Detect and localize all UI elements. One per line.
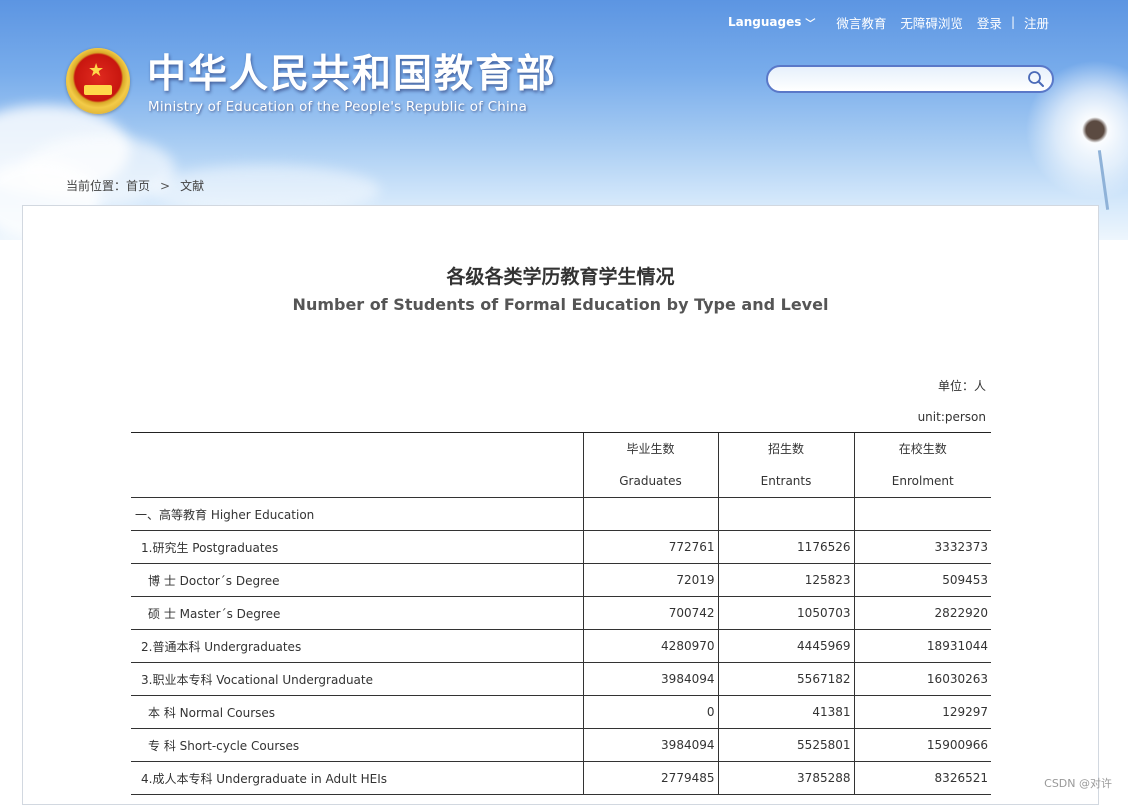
row-label: 2.普通本科 Undergraduates: [131, 629, 583, 663]
graduates-cell: [582, 497, 718, 531]
table-row: 2.普通本科 Undergraduates 4280970 4445969 18…: [131, 629, 991, 663]
row-label: 本 科 Normal Courses: [131, 695, 583, 729]
breadcrumb-home-link[interactable]: 首页: [126, 179, 150, 193]
entrants-cell: 3785288: [717, 761, 854, 795]
enrolment-cell: 509453: [853, 563, 991, 597]
watermark: CSDN @对许: [1044, 777, 1112, 790]
enrolment-cell: 129297: [853, 695, 991, 729]
enrolment-cell: 18931044: [853, 629, 991, 663]
graduates-cell: 3984094: [582, 728, 718, 762]
table-row: 专 科 Short-cycle Courses 3984094 5525801 …: [131, 728, 991, 762]
table-row: 博 士 Doctor´s Degree 72019 125823 509453: [131, 563, 991, 597]
national-emblem-icon: ★: [66, 48, 130, 114]
search-icon[interactable]: [1027, 70, 1045, 88]
tiananmen-icon: [84, 85, 112, 95]
enrolment-cell: 2822920: [853, 596, 991, 630]
entrants-cell: 1050703: [717, 596, 854, 630]
table-header-entrants: 招生数 Entrants: [717, 432, 854, 498]
header-label-cn: 在校生数: [898, 442, 947, 456]
header-label-cn: 毕业生数: [626, 442, 675, 456]
star-icon: ★: [88, 60, 105, 81]
graduates-cell: 700742: [582, 596, 718, 630]
unit-label-cn: 单位：人: [937, 379, 986, 393]
enrolment-cell: 15900966: [853, 728, 991, 762]
graduates-cell: 72019: [582, 563, 718, 597]
table-header-blank: [131, 432, 583, 498]
entrants-cell: 41381: [717, 695, 854, 729]
search-box: [766, 65, 1054, 93]
enrolment-cell: 16030263: [853, 662, 991, 696]
site-subtitle: Ministry of Education of the People's Re…: [148, 99, 528, 115]
entrants-cell: 4445969: [717, 629, 854, 663]
header-label-en: Enrolment: [891, 474, 954, 488]
row-label: 一、高等教育 Higher Education: [131, 497, 583, 531]
wechat-link[interactable]: 微言教育: [836, 13, 886, 32]
unit-label-en: unit:person: [917, 410, 986, 424]
search-input[interactable]: [780, 70, 1024, 90]
entrants-cell: 125823: [717, 563, 854, 597]
page-title-en: Number of Students of Formal Education b…: [292, 295, 829, 314]
table-row: 硕 士 Master´s Degree 700742 1050703 28229…: [131, 596, 991, 630]
table-header-enrolment: 在校生数 Enrolment: [853, 432, 991, 498]
table-header-graduates: 毕业生数 Graduates: [582, 432, 718, 498]
enrolment-cell: [853, 497, 991, 531]
row-label: 3.职业本专科 Vocational Undergraduate: [131, 662, 583, 696]
graduates-cell: 3984094: [582, 662, 718, 696]
page-title-cn: 各级各类学历教育学生情况: [446, 266, 675, 288]
enrolment-cell: 3332373: [853, 530, 991, 564]
graduates-cell: 2779485: [582, 761, 718, 795]
top-navigation: Languages ﹀ 微言教育 无障碍浏览 登录 | 注册: [728, 12, 1056, 32]
languages-dropdown[interactable]: Languages ﹀: [728, 15, 815, 30]
row-label: 4.成人本专科 Undergraduate in Adult HEIs: [131, 761, 583, 795]
content-panel: 各级各类学历教育学生情况 Number of Students of Forma…: [22, 205, 1099, 805]
entrants-cell: 5567182: [717, 662, 854, 696]
breadcrumb-separator-icon: >: [160, 179, 171, 193]
entrants-cell: [717, 497, 854, 531]
accessibility-link[interactable]: 无障碍浏览: [900, 13, 963, 32]
table-header-row: 毕业生数 Graduates 招生数 Entrants 在校生数 Enrolme…: [131, 432, 991, 498]
table-row: 1.研究生 Postgraduates 772761 1176526 33323…: [131, 530, 991, 564]
graduates-cell: 772761: [582, 530, 718, 564]
languages-label: Languages: [728, 15, 802, 29]
table-row: 一、高等教育 Higher Education: [131, 497, 991, 531]
breadcrumb-prefix: 当前位置：: [66, 179, 127, 193]
row-label: 硕 士 Master´s Degree: [131, 596, 583, 630]
enrolment-cell: 8326521: [853, 761, 991, 795]
register-link[interactable]: 注册: [1024, 13, 1049, 32]
row-label: 博 士 Doctor´s Degree: [131, 563, 583, 597]
students-table: 毕业生数 Graduates 招生数 Entrants 在校生数 Enrolme…: [131, 432, 991, 795]
row-label: 1.研究生 Postgraduates: [131, 530, 583, 564]
header-label-en: Entrants: [760, 474, 812, 488]
graduates-cell: 4280970: [582, 629, 718, 663]
site-title: 中华人民共和国教育部: [147, 52, 558, 97]
entrants-cell: 5525801: [717, 728, 854, 762]
table-row: 本 科 Normal Courses 0 41381 129297: [131, 695, 991, 729]
graduates-cell: 0: [582, 695, 718, 729]
header-label-en: Graduates: [619, 474, 682, 488]
site-header: Languages ﹀ 微言教育 无障碍浏览 登录 | 注册 ★ 中华人民共和国…: [0, 0, 1128, 240]
breadcrumb: 当前位置：首页 > 文献: [66, 177, 204, 194]
login-link[interactable]: 登录: [977, 13, 1002, 32]
breadcrumb-current-link[interactable]: 文献: [180, 179, 204, 193]
header-label-cn: 招生数: [767, 442, 804, 456]
table-row: 3.职业本专科 Vocational Undergraduate 3984094…: [131, 662, 991, 696]
table-row: 4.成人本专科 Undergraduate in Adult HEIs 2779…: [131, 761, 991, 795]
nav-separator: |: [1010, 15, 1015, 29]
row-label: 专 科 Short-cycle Courses: [131, 728, 583, 762]
entrants-cell: 1176526: [717, 530, 854, 564]
chevron-down-icon: ﹀: [805, 18, 816, 30]
